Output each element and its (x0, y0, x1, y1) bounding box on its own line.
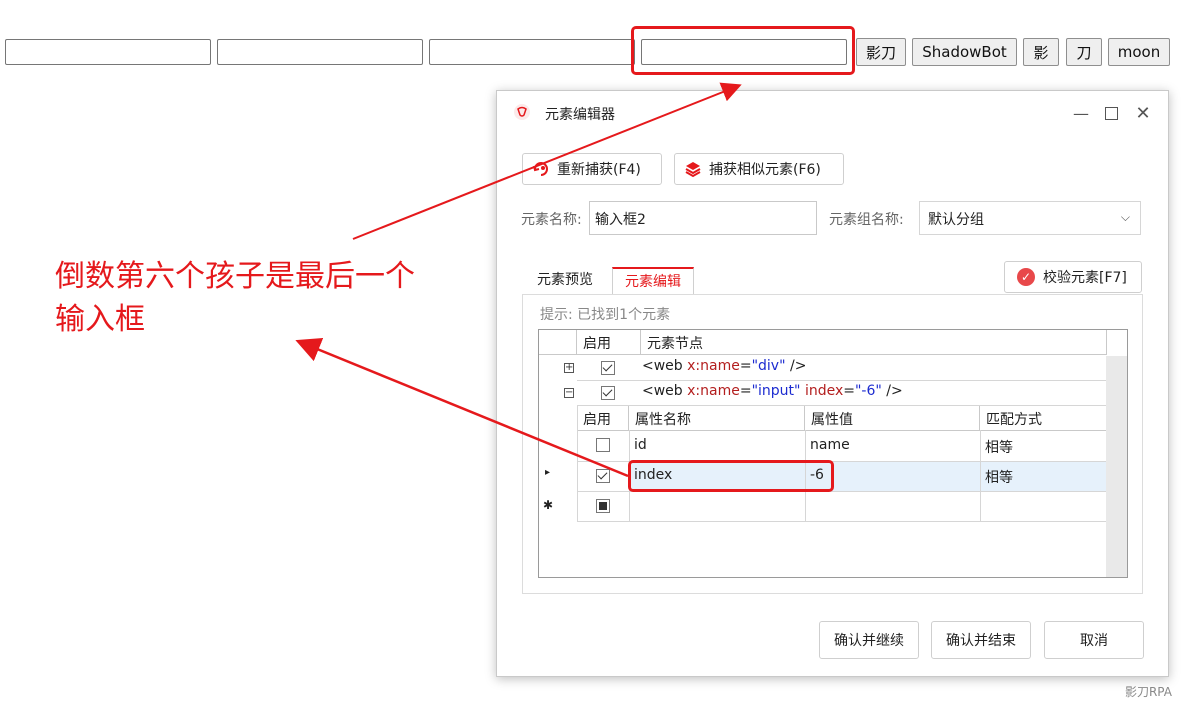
attr-2-match[interactable]: 相等 (985, 467, 1013, 487)
app-logo-icon (514, 104, 530, 120)
capture-similar-label: 捕获相似元素(F6) (709, 162, 821, 178)
button-moon[interactable]: moon (1108, 38, 1170, 66)
recapture-button[interactable]: 重新捕获(F4) (522, 153, 662, 185)
sub-header-enabled: 启用 (577, 406, 629, 431)
node-2-tag: <web (642, 383, 683, 399)
node-2-close: /> (881, 383, 903, 399)
element-name-input[interactable]: 输入框2 (589, 201, 817, 235)
group-name-label: 元素组名称: (829, 212, 904, 228)
grid-header-node: 元素节点 (641, 330, 1107, 355)
button-ying[interactable]: 影 (1023, 38, 1059, 66)
element-grid: 启用 元素节点 + <web x:name="div" /> − <web x:… (538, 329, 1128, 578)
col-divider (980, 430, 981, 521)
page-input-1[interactable] (5, 39, 211, 65)
sub-header-match-mode: 匹配方式 (980, 406, 1107, 431)
node-1-value: "div" (751, 358, 786, 374)
new-row-checkbox[interactable] (596, 499, 610, 513)
node-2-value-2: "-6" (854, 383, 882, 399)
node-2-enabled-checkbox[interactable] (601, 386, 615, 400)
capture-similar-button[interactable]: 捕获相似元素(F6) (674, 153, 844, 185)
cancel-button[interactable]: 取消 (1044, 621, 1144, 659)
hint-text: 提示: 已找到1个元素 (540, 307, 671, 323)
attr-1-match[interactable]: 相等 (985, 437, 1013, 457)
attr-1-enabled-checkbox[interactable] (596, 438, 610, 452)
group-name-value: 默认分组 (928, 212, 984, 228)
button-shadowbot[interactable]: ShadowBot (912, 38, 1017, 66)
minimize-icon[interactable]: — (1069, 101, 1093, 125)
watermark: 影刀RPA (1124, 685, 1172, 699)
node-1-tag: <web (642, 358, 683, 374)
dialog-title: 元素编辑器 (545, 107, 615, 123)
button-dao[interactable]: 刀 (1066, 38, 1102, 66)
tab-element-edit[interactable]: 元素编辑 (612, 267, 694, 295)
page-input-2[interactable] (217, 39, 423, 65)
node-2-attr-1: x:name (687, 383, 740, 399)
sub-header-attr-name: 属性名称 (629, 406, 805, 431)
button-yingdao[interactable]: 影刀 (856, 38, 906, 66)
annotation-line-2: 输入框 (55, 302, 145, 337)
new-row-asterisk-icon: ✱ (543, 498, 554, 512)
check-circle-icon: ✓ (1017, 268, 1035, 286)
col-divider (577, 406, 578, 521)
annotation-text: 倒数第六个孩子是最后一个 输入框 (55, 255, 475, 341)
recapture-label: 重新捕获(F4) (557, 162, 641, 178)
attr-1-value[interactable]: name (810, 437, 850, 453)
grid-header-blank (539, 330, 577, 355)
node-1-enabled-checkbox[interactable] (601, 361, 615, 375)
verify-element-button[interactable]: ✓ 校验元素[F7] (1004, 261, 1142, 293)
vertical-scrollbar[interactable] (1106, 356, 1127, 577)
current-row-arrow-icon: ▸ (545, 467, 551, 478)
group-name-select[interactable]: 默认分组 ⌵ (919, 201, 1141, 235)
maximize-icon[interactable] (1099, 101, 1123, 125)
tab-element-preview[interactable]: 元素预览 (525, 267, 605, 295)
node-1-attr: x:name (687, 358, 740, 374)
confirm-finish-button[interactable]: 确认并结束 (931, 621, 1031, 659)
node-1-eq: = (739, 358, 752, 374)
collapse-icon[interactable]: − (564, 388, 574, 398)
row-divider (577, 521, 1107, 522)
edit-panel: 提示: 已找到1个元素 启用 元素节点 + <web x:name="div" … (522, 294, 1143, 594)
node-2-eq-2: = (843, 383, 855, 399)
row-divider (577, 380, 1107, 381)
attr-1-name: id (634, 437, 647, 453)
close-icon[interactable]: ✕ (1131, 101, 1155, 125)
page-input-3[interactable] (429, 39, 635, 65)
recapture-icon (533, 162, 548, 176)
node-2-xml: <web x:name="input" index="-6" /> (642, 383, 903, 399)
node-2-eq-1: = (739, 383, 752, 399)
highlight-last-input (631, 26, 855, 75)
annotation-line-1: 倒数第六个孩子是最后一个 (55, 259, 415, 294)
expand-icon[interactable]: + (564, 363, 574, 373)
node-2-value-1: "input" (751, 383, 801, 399)
node-1-xml: <web x:name="div" /> (642, 358, 806, 374)
element-editor-dialog: 元素编辑器 — ✕ 重新捕获(F4) 捕获相似元素(F6) 元素名称: 输入框2… (496, 90, 1169, 677)
sub-header-attr-value: 属性值 (805, 406, 980, 431)
node-1-close: /> (785, 358, 807, 374)
layers-icon (685, 162, 701, 178)
highlight-index-row (628, 460, 834, 492)
node-2-attr-2: index (804, 383, 844, 399)
attr-2-enabled-checkbox[interactable] (596, 469, 610, 483)
chevron-down-icon: ⌵ (1120, 210, 1130, 224)
titlebar: 元素编辑器 — ✕ (497, 91, 1168, 135)
confirm-continue-button[interactable]: 确认并继续 (819, 621, 919, 659)
verify-label: 校验元素[F7] (1043, 270, 1127, 286)
grid-header-enabled: 启用 (577, 330, 641, 355)
element-name-label: 元素名称: (521, 212, 582, 228)
